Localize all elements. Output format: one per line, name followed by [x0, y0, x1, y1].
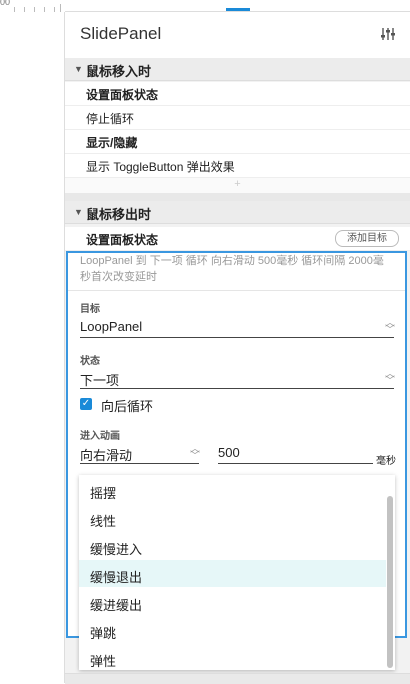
mouse-enter-actions: 设置面板状态 停止循环 显示/隐藏 显示 ToggleButton 弹出效果 — [65, 82, 410, 178]
duration-input[interactable]: 500 — [218, 445, 240, 460]
mouse-enter-label: 鼠标移入时 — [86, 64, 152, 79]
action-row[interactable]: 显示/隐藏 — [65, 130, 410, 154]
action-label: 设置面板状态 — [86, 233, 159, 247]
dropdown-option[interactable]: 线性 — [79, 504, 386, 531]
panel-title: SlidePanel — [80, 24, 162, 43]
target-label: 目标 — [80, 304, 100, 315]
select-arrows-icon[interactable]: ︿ ﹀ — [385, 319, 395, 336]
state-label: 状态 — [80, 356, 100, 367]
add-action-button[interactable]: + — [65, 178, 410, 194]
dropdown-option[interactable]: 弹跳 — [79, 616, 386, 643]
dropdown-option-highlighted[interactable]: 缓慢退出 — [79, 560, 386, 587]
duration-unit: 毫秒 — [376, 456, 396, 467]
enter-animation-label: 进入动画 — [80, 431, 120, 442]
dropdown-option[interactable]: 摇摆 — [79, 476, 386, 503]
state-select-value[interactable]: 下一项 — [80, 370, 119, 389]
action-label: 设置面板状态 — [86, 88, 159, 102]
ruler-origin-label: 00 — [0, 0, 11, 7]
mouse-leave-label: 鼠标移出时 — [86, 207, 152, 222]
mouse-leave-section-header[interactable]: ▼ 鼠标移出时 — [65, 201, 410, 224]
state-underline — [80, 388, 394, 389]
divider — [68, 290, 405, 291]
section-gap — [65, 193, 410, 201]
action-row[interactable]: 显示 ToggleButton 弹出效果 — [65, 154, 410, 178]
loop-backward-label[interactable]: 向后循环 — [101, 396, 153, 415]
action-label: 停止循环 — [86, 112, 135, 126]
target-underline — [80, 337, 394, 338]
action-summary: LoopPanel 到 下一项 循环 向右滑动 500毫秒 循环间隔 2000毫… — [80, 255, 384, 283]
dropdown-option[interactable]: 缓慢进入 — [79, 532, 386, 559]
duration-underline — [218, 463, 373, 464]
mouse-enter-section-header[interactable]: ▼ 鼠标移入时 — [65, 58, 410, 81]
action-row[interactable]: 设置面板状态 — [65, 82, 410, 106]
collapse-triangle-icon[interactable]: ▼ — [74, 207, 83, 217]
design-canvas[interactable] — [0, 12, 65, 683]
active-tab-indicator — [226, 8, 250, 11]
target-select-value[interactable]: LoopPanel — [80, 319, 142, 334]
animation-select-value[interactable]: 向右滑动 — [80, 445, 132, 464]
loop-backward-checkbox[interactable]: ✓ — [80, 398, 92, 410]
animation-underline — [80, 463, 199, 464]
action-label: 显示 ToggleButton 弹出效果 — [86, 160, 235, 174]
animation-dropdown[interactable]: 摇摆 线性 缓慢进入 缓慢退出 缓进缓出 弹跳 弹性 — [79, 475, 395, 670]
add-target-button[interactable]: 添加目标 — [335, 230, 399, 247]
action-row[interactable]: 停止循环 — [65, 106, 410, 130]
panel-bottom-bar — [65, 673, 410, 684]
sliders-icon[interactable] — [380, 26, 396, 42]
dropdown-scroll-thumb[interactable] — [387, 496, 393, 668]
dropdown-option[interactable]: 缓进缓出 — [79, 588, 386, 615]
dropdown-option[interactable]: 弹性 — [79, 644, 386, 671]
select-arrows-icon[interactable]: ︿ ﹀ — [190, 445, 200, 462]
select-arrows-icon[interactable]: ︿ ﹀ — [385, 370, 395, 387]
action-label: 显示/隐藏 — [86, 136, 138, 150]
collapse-triangle-icon[interactable]: ▼ — [74, 64, 83, 74]
